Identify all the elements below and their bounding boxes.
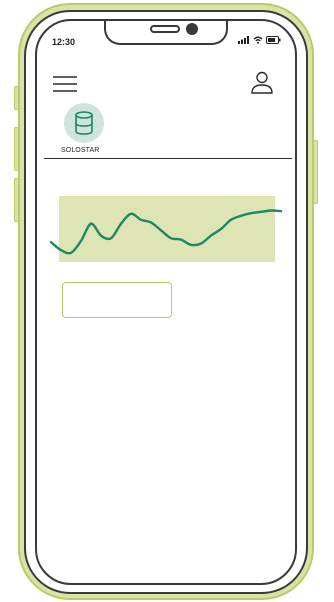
app-tile-solostar[interactable]: SOLOSTAR bbox=[61, 103, 133, 154]
header-divider bbox=[44, 158, 292, 159]
status-time: 12:30 bbox=[52, 37, 76, 47]
status-icons bbox=[238, 36, 281, 44]
app-icon-circle bbox=[64, 103, 104, 143]
chart-range-band bbox=[59, 196, 275, 262]
front-camera bbox=[186, 23, 198, 35]
phone-screen: 12:30 SOLOSTAR bbox=[35, 19, 297, 585]
signal-icon bbox=[238, 36, 249, 44]
app-label: SOLOSTAR bbox=[61, 147, 100, 154]
battery-icon bbox=[266, 36, 281, 44]
empty-input-box[interactable] bbox=[62, 282, 172, 318]
chart-svg bbox=[49, 196, 283, 262]
user-profile-icon[interactable] bbox=[250, 71, 274, 95]
speaker-grille bbox=[150, 25, 180, 33]
wifi-icon bbox=[253, 36, 263, 44]
phone-notch bbox=[104, 21, 228, 45]
database-icon bbox=[75, 111, 93, 135]
line-chart bbox=[49, 193, 285, 267]
phone-mockup: 12:30 SOLOSTAR bbox=[0, 0, 334, 602]
hamburger-menu-icon[interactable] bbox=[53, 76, 77, 92]
